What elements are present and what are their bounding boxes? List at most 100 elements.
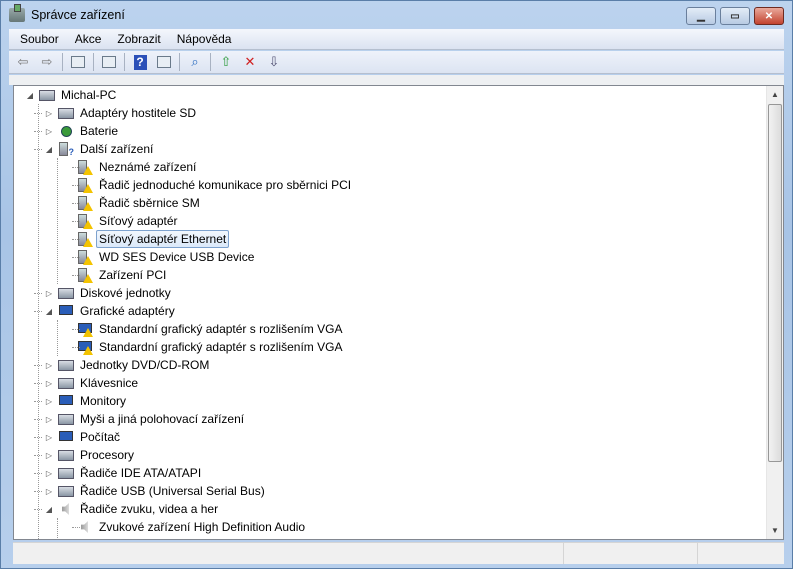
properties-icon[interactable] xyxy=(100,54,118,70)
battery-icon xyxy=(58,123,74,139)
tree-item[interactable]: Neznámé zařízení xyxy=(77,158,199,176)
help-icon[interactable]: ? xyxy=(131,54,149,70)
expand-arrow-icon[interactable]: ▷ xyxy=(45,451,53,460)
expand-arrow-icon[interactable]: ▷ xyxy=(45,361,53,370)
device-manager-window: Správce zařízení ▁ ▭ ✕ Soubor Akce Zobra… xyxy=(0,0,793,569)
collapse-arrow-icon[interactable]: ◢ xyxy=(45,505,53,514)
computer-icon xyxy=(39,87,55,103)
collapse-arrow-icon[interactable]: ◢ xyxy=(45,145,53,154)
status-pane-3 xyxy=(698,543,784,564)
tree-line xyxy=(72,239,80,240)
separator xyxy=(93,53,94,71)
speaker-icon xyxy=(58,501,74,517)
status-pane-2 xyxy=(564,543,698,564)
menu-soubor[interactable]: Soubor xyxy=(20,32,59,46)
vertical-scrollbar[interactable]: ▲ ▼ xyxy=(766,86,783,539)
scroll-thumb[interactable] xyxy=(768,104,782,462)
tree-item-label: Síťový adaptér Ethernet xyxy=(96,230,230,248)
scroll-down-button[interactable]: ▼ xyxy=(767,522,783,539)
box-icon xyxy=(58,357,74,373)
tree-line xyxy=(72,167,80,168)
separator xyxy=(210,53,211,71)
title-bar: Správce zařízení xyxy=(9,4,125,22)
collapse-arrow-icon[interactable]: ◢ xyxy=(26,91,34,100)
menu-bar: Soubor Akce Zobrazit Nápověda xyxy=(9,29,784,50)
status-bar xyxy=(13,542,784,564)
tree-item[interactable]: Standardní grafický adaptér s rozlišením… xyxy=(77,320,345,338)
expand-arrow-icon[interactable]: ▷ xyxy=(45,289,53,298)
box-icon xyxy=(58,411,74,427)
tree-item-label: Řadič sběrnice SM xyxy=(99,196,200,210)
tree-line xyxy=(72,221,80,222)
separator xyxy=(124,53,125,71)
tree-line xyxy=(72,527,80,528)
box-icon xyxy=(58,285,74,301)
show-hide-action-pane-icon[interactable] xyxy=(155,54,173,70)
menu-napoveda[interactable]: Nápověda xyxy=(177,32,232,46)
tree-item[interactable]: ▷ Řadiče USB (Universal Serial Bus) xyxy=(46,482,268,500)
tree-item-label: Řadiče zvuku, videa a her xyxy=(80,502,219,516)
tree-item[interactable]: ◢ Řadiče zvuku, videa a her xyxy=(46,500,221,518)
tree-item[interactable]: ▷ Diskové jednotky xyxy=(46,284,174,302)
expand-arrow-icon[interactable]: ▷ xyxy=(45,127,53,136)
tree-item[interactable]: Síťový adaptér Ethernet xyxy=(77,230,230,248)
menu-akce[interactable]: Akce xyxy=(75,32,102,46)
tree-item[interactable]: WD SES Device USB Device xyxy=(77,248,257,266)
expand-arrow-icon[interactable]: ▷ xyxy=(45,415,53,424)
tree-item-label: Standardní grafický adaptér s rozlišením… xyxy=(99,322,343,336)
forward-icon[interactable]: ⇨ xyxy=(38,54,56,70)
tree-line xyxy=(57,320,58,356)
tree-item[interactable]: Standardní grafický adaptér s rozlišením… xyxy=(77,338,345,356)
tree-item[interactable]: ▷ Řadiče IDE ATA/ATAPI xyxy=(46,464,204,482)
tree-item[interactable]: Zvukové zařízení High Definition Audio xyxy=(77,518,308,536)
tree-line xyxy=(72,347,80,348)
tree-item[interactable]: ▷ Baterie xyxy=(46,122,121,140)
tree-item-label: Grafické adaptéry xyxy=(80,304,175,318)
tree-item[interactable]: ▷ Monitory xyxy=(46,392,129,410)
tree-line xyxy=(57,518,58,539)
tree-item-label: Diskové jednotky xyxy=(80,286,171,300)
scroll-up-button[interactable]: ▲ xyxy=(767,86,783,103)
tree-item-label: Jednotky DVD/CD-ROM xyxy=(80,358,210,372)
tree-line xyxy=(72,329,80,330)
tree-item[interactable]: Řadič jednoduché komunikace pro sběrnici… xyxy=(77,176,354,194)
tree-line xyxy=(57,158,58,284)
show-hide-console-tree-icon[interactable] xyxy=(69,54,87,70)
tree-item[interactable]: Síťový adaptér xyxy=(77,212,181,230)
scan-hardware-icon[interactable]: ⌕ xyxy=(186,54,204,70)
menu-zobrazit[interactable]: Zobrazit xyxy=(117,32,160,46)
expand-arrow-icon[interactable]: ▷ xyxy=(45,397,53,406)
expand-arrow-icon[interactable]: ▷ xyxy=(45,433,53,442)
expand-arrow-icon[interactable]: ▷ xyxy=(45,379,53,388)
update-driver-icon[interactable]: ⇧ xyxy=(217,54,235,70)
expand-arrow-icon[interactable]: ▷ xyxy=(45,469,53,478)
tree-item[interactable]: ▷ Klávesnice xyxy=(46,374,141,392)
collapse-arrow-icon[interactable]: ◢ xyxy=(45,307,53,316)
tree-item-label: Zařízení PCI xyxy=(99,268,167,282)
tree-item[interactable]: ◢ Grafické adaptéry xyxy=(46,302,178,320)
tree-item[interactable]: ◢ Michal-PC xyxy=(27,86,119,104)
expand-arrow-icon[interactable]: ▷ xyxy=(45,109,53,118)
tree-item[interactable]: ▷ Jednotky DVD/CD-ROM xyxy=(46,356,212,374)
box-icon xyxy=(58,447,74,463)
tree-item-label: Řadiče USB (Universal Serial Bus) xyxy=(80,484,265,498)
close-button[interactable]: ✕ xyxy=(754,7,784,25)
maximize-button[interactable]: ▭ xyxy=(720,7,750,25)
expand-arrow-icon[interactable]: ▷ xyxy=(45,487,53,496)
tree-item[interactable]: Zařízení PCI xyxy=(77,266,169,284)
tree-item[interactable]: ▷ Počítač xyxy=(46,428,123,446)
tree-item[interactable]: ◢? Další zařízení xyxy=(46,140,156,158)
tree-item-label: WD SES Device USB Device xyxy=(99,250,255,264)
uninstall-icon[interactable]: ✕ xyxy=(241,54,259,70)
device-tree[interactable]: ▲ ▼ ◢ Michal-PC ▷ Adaptéry hostitele SD ▷ Bat… xyxy=(13,85,784,540)
tree-item[interactable]: ▷ Procesory xyxy=(46,446,137,464)
device-manager-icon xyxy=(9,4,25,22)
minimize-button[interactable]: ▁ xyxy=(686,7,716,25)
separator xyxy=(62,53,63,71)
tree-item[interactable]: Řadič sběrnice SM xyxy=(77,194,203,212)
box-icon xyxy=(58,465,74,481)
tree-item[interactable]: ▷ Myši a jiná polohovací zařízení xyxy=(46,410,247,428)
back-icon[interactable]: ⇦ xyxy=(14,54,32,70)
disable-icon[interactable]: ⇩ xyxy=(265,54,283,70)
tree-item[interactable]: ▷ Adaptéry hostitele SD xyxy=(46,104,199,122)
